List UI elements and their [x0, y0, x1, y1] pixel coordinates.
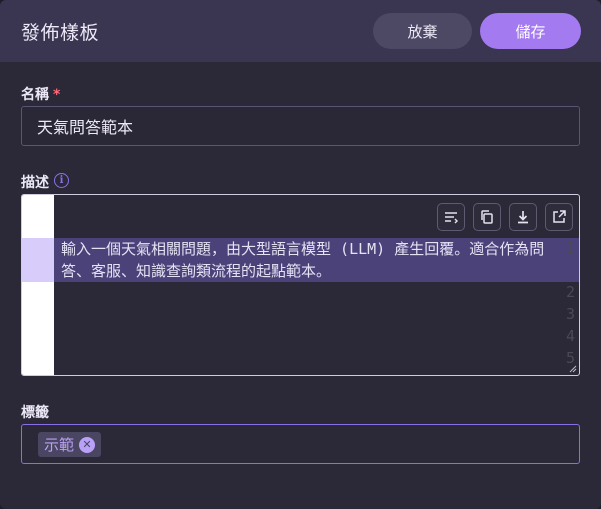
- dialog-header: 發佈樣板 放棄 儲存: [0, 0, 601, 62]
- remove-tag-icon[interactable]: ✕: [79, 436, 96, 453]
- download-button[interactable]: [509, 203, 537, 231]
- wrap-lines-button[interactable]: [437, 203, 465, 231]
- active-line-gutter: [22, 238, 54, 282]
- resize-handle-icon[interactable]: [569, 365, 577, 373]
- line-number: 2: [565, 283, 575, 301]
- save-button[interactable]: 儲存: [480, 13, 581, 49]
- discard-button[interactable]: 放棄: [373, 13, 472, 49]
- description-label: 描述: [21, 175, 49, 191]
- tags-input[interactable]: 示範 ✕: [21, 424, 580, 464]
- name-label-text: 名稱: [21, 87, 49, 103]
- required-mark: *: [53, 87, 61, 103]
- copy-icon: [481, 210, 493, 224]
- name-label: 名稱 *: [21, 84, 60, 104]
- line-number: 4: [565, 327, 575, 345]
- tags-label: 標籤: [21, 405, 49, 421]
- line-number-gutter: [22, 195, 54, 375]
- name-input[interactable]: 天氣問答範本: [21, 106, 580, 146]
- copy-button[interactable]: [473, 203, 501, 231]
- line-number: 3: [565, 305, 575, 323]
- open-external-button[interactable]: [545, 203, 573, 231]
- publish-template-dialog: 發佈樣板 放棄 儲存 名稱 * 天氣問答範本 描述 i 1 2 3 4 5 輸入一…: [0, 0, 601, 509]
- dialog-title: 發佈樣板: [21, 22, 100, 44]
- info-icon[interactable]: i: [54, 173, 69, 188]
- tag-chip: 示範 ✕: [38, 432, 102, 457]
- download-icon: [518, 211, 528, 224]
- open-external-icon: [553, 210, 566, 223]
- tag-chip-label: 示範: [44, 436, 75, 454]
- description-editor[interactable]: 1 2 3 4 5 輸入一個天氣相關問題，由大型語言模型 (LLM) 產生回覆。…: [21, 194, 580, 376]
- editor-line-1[interactable]: 輸入一個天氣相關問題，由大型語言模型 (LLM) 產生回覆。適合作為問答、客服、…: [61, 238, 573, 282]
- wrap-lines-icon: [445, 212, 458, 224]
